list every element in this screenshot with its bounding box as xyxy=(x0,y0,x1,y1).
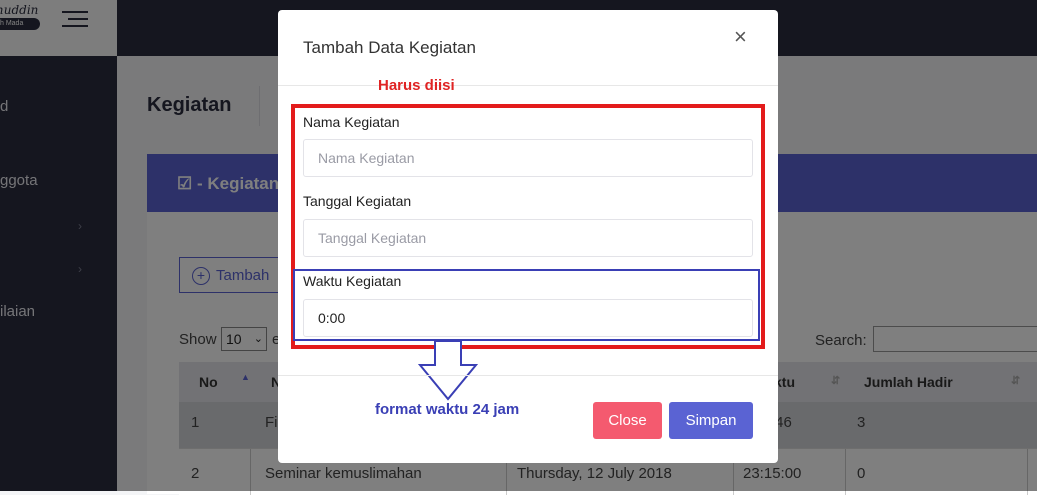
nama-kegiatan-label: Nama Kegiatan xyxy=(303,114,400,130)
divider xyxy=(278,375,778,376)
waktu-kegiatan-input[interactable] xyxy=(303,299,753,337)
tanggal-kegiatan-label: Tanggal Kegiatan xyxy=(303,193,412,209)
divider xyxy=(278,85,778,86)
nama-kegiatan-input[interactable] xyxy=(303,139,753,177)
close-button[interactable]: Close xyxy=(593,402,662,439)
waktu-kegiatan-label: Waktu Kegiatan xyxy=(303,273,402,289)
modal-title: Tambah Data Kegiatan xyxy=(303,38,476,57)
required-annotation: Harus diisi xyxy=(378,77,455,94)
tanggal-kegiatan-input[interactable] xyxy=(303,219,753,257)
arrow-down-icon xyxy=(418,340,478,401)
close-icon[interactable]: × xyxy=(734,24,747,50)
save-button[interactable]: Simpan xyxy=(669,402,753,439)
format-annotation: format waktu 24 jam xyxy=(375,401,520,418)
add-kegiatan-modal: Tambah Data Kegiatan × Harus diisi Nama … xyxy=(278,10,778,463)
